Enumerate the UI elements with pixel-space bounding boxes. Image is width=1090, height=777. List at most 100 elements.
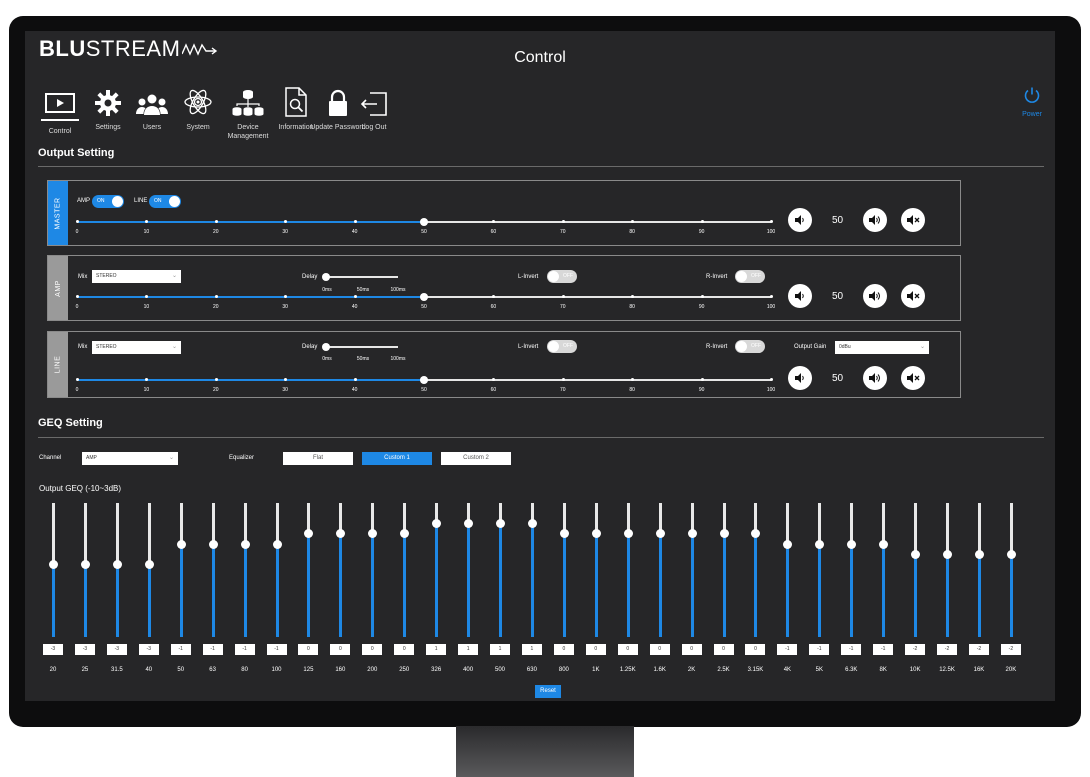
geq-band-value[interactable]: -3 bbox=[43, 644, 63, 655]
geq-band-value[interactable]: 0 bbox=[617, 644, 638, 655]
preset-custom2-button[interactable]: Custom 2 bbox=[441, 452, 511, 465]
geq-band-thumb[interactable] bbox=[591, 529, 601, 539]
volume-down-button[interactable] bbox=[788, 366, 812, 390]
amp-mix-select[interactable]: STEREO ⌄ bbox=[92, 270, 181, 283]
geq-band-value[interactable]: 0 bbox=[362, 644, 383, 655]
geq-band-thumb[interactable] bbox=[400, 529, 410, 539]
line-mix-select[interactable]: STEREO ⌄ bbox=[92, 341, 181, 354]
geq-band-slider[interactable] bbox=[240, 503, 250, 637]
geq-band-slider[interactable] bbox=[432, 503, 442, 637]
geq-band-thumb[interactable] bbox=[847, 539, 857, 549]
geq-band-thumb[interactable] bbox=[272, 539, 282, 549]
volume-down-button[interactable] bbox=[788, 208, 812, 232]
geq-band-value[interactable]: 0 bbox=[681, 644, 702, 655]
geq-band-value[interactable]: -1 bbox=[170, 644, 191, 655]
geq-band-slider[interactable] bbox=[943, 503, 953, 637]
geq-band-slider[interactable] bbox=[815, 503, 825, 637]
geq-band-thumb[interactable] bbox=[527, 519, 537, 529]
geq-band-value[interactable]: -1 bbox=[841, 644, 862, 655]
geq-band-slider[interactable] bbox=[368, 503, 378, 637]
geq-band-thumb[interactable] bbox=[176, 539, 186, 549]
line-slider-track[interactable]: 0 10 20 30 40 50 60 70 80 90 100 bbox=[76, 376, 775, 393]
volume-up-button[interactable] bbox=[863, 366, 887, 390]
output-gain-select[interactable]: 0dBu ⌄ bbox=[835, 341, 929, 354]
geq-band-thumb[interactable] bbox=[974, 550, 984, 560]
geq-band-thumb[interactable] bbox=[655, 529, 665, 539]
geq-band-thumb[interactable] bbox=[1006, 550, 1016, 560]
amp-slider-track[interactable]: 0 10 20 30 40 50 60 70 80 90 100 bbox=[76, 293, 775, 310]
geq-band-value[interactable]: -1 bbox=[873, 644, 894, 655]
geq-band-value[interactable]: -1 bbox=[777, 644, 798, 655]
geq-band-thumb[interactable] bbox=[879, 539, 889, 549]
mute-button[interactable] bbox=[901, 366, 925, 390]
geq-band-thumb[interactable] bbox=[783, 539, 793, 549]
geq-band-slider[interactable] bbox=[272, 503, 282, 637]
line-toggle[interactable]: ON bbox=[149, 195, 181, 208]
geq-band-value[interactable]: 1 bbox=[458, 644, 479, 655]
geq-band-slider[interactable] bbox=[879, 503, 889, 637]
geq-band-slider[interactable] bbox=[559, 503, 569, 637]
geq-band-value[interactable]: -3 bbox=[74, 644, 95, 655]
geq-band-slider[interactable] bbox=[719, 503, 729, 637]
geq-band-value[interactable]: -3 bbox=[106, 644, 127, 655]
geq-band-thumb[interactable] bbox=[943, 550, 953, 560]
geq-band-slider[interactable] bbox=[911, 503, 921, 637]
geq-band-thumb[interactable] bbox=[304, 529, 314, 539]
geq-band-slider[interactable] bbox=[144, 503, 154, 637]
mute-button[interactable] bbox=[901, 208, 925, 232]
geq-band-value[interactable]: -2 bbox=[905, 644, 926, 655]
geq-band-slider[interactable] bbox=[783, 503, 793, 637]
geq-band-value[interactable]: -1 bbox=[809, 644, 830, 655]
geq-band-slider[interactable] bbox=[464, 503, 474, 637]
geq-band-value[interactable]: 0 bbox=[713, 644, 734, 655]
geq-band-thumb[interactable] bbox=[687, 529, 697, 539]
line-r-invert-toggle[interactable]: OFF bbox=[735, 340, 765, 353]
master-slider-track[interactable]: 0 10 20 30 40 50 60 70 80 90 100 bbox=[76, 218, 775, 235]
geq-band-thumb[interactable] bbox=[368, 529, 378, 539]
geq-band-value[interactable]: -2 bbox=[937, 644, 958, 655]
volume-up-button[interactable] bbox=[863, 208, 887, 232]
geq-band-thumb[interactable] bbox=[208, 539, 218, 549]
geq-band-thumb[interactable] bbox=[751, 529, 761, 539]
geq-band-thumb[interactable] bbox=[240, 539, 250, 549]
geq-band-thumb[interactable] bbox=[49, 560, 58, 570]
geq-band-value[interactable]: 1 bbox=[490, 644, 511, 655]
amp-delay-slider[interactable] bbox=[322, 273, 398, 281]
geq-band-slider[interactable] bbox=[304, 503, 314, 637]
geq-band-value[interactable]: 0 bbox=[745, 644, 766, 655]
geq-band-thumb[interactable] bbox=[719, 529, 729, 539]
geq-band-slider[interactable] bbox=[687, 503, 697, 637]
geq-band-slider[interactable] bbox=[751, 503, 761, 637]
geq-band-slider[interactable] bbox=[974, 503, 984, 637]
nav-item-log-out[interactable]: Log Out bbox=[343, 79, 405, 132]
line-delay-slider[interactable] bbox=[322, 343, 398, 351]
geq-band-thumb[interactable] bbox=[432, 519, 442, 529]
geq-band-value[interactable]: -3 bbox=[138, 644, 159, 655]
geq-band-thumb[interactable] bbox=[112, 560, 122, 570]
reset-button[interactable]: Reset bbox=[535, 685, 561, 698]
geq-band-value[interactable]: -2 bbox=[968, 644, 989, 655]
preset-flat-button[interactable]: Flat bbox=[283, 452, 353, 465]
geq-band-value[interactable]: 0 bbox=[585, 644, 606, 655]
line-l-invert-toggle[interactable]: OFF bbox=[547, 340, 577, 353]
geq-band-value[interactable]: 0 bbox=[394, 644, 415, 655]
geq-band-thumb[interactable] bbox=[815, 539, 825, 549]
line-slider-thumb[interactable] bbox=[420, 376, 428, 384]
geq-band-value[interactable]: 1 bbox=[426, 644, 447, 655]
geq-band-thumb[interactable] bbox=[496, 519, 506, 529]
geq-band-slider[interactable] bbox=[176, 503, 186, 637]
geq-band-slider[interactable] bbox=[591, 503, 601, 637]
geq-band-value[interactable]: 0 bbox=[330, 644, 351, 655]
geq-band-value[interactable]: -1 bbox=[266, 644, 287, 655]
geq-band-value[interactable]: 0 bbox=[298, 644, 319, 655]
geq-band-slider[interactable] bbox=[400, 503, 410, 637]
geq-band-value[interactable]: -1 bbox=[234, 644, 255, 655]
power-button[interactable]: Power bbox=[1010, 86, 1054, 118]
geq-band-slider[interactable] bbox=[527, 503, 537, 637]
geq-band-value[interactable]: 0 bbox=[553, 644, 574, 655]
geq-band-slider[interactable] bbox=[1006, 503, 1016, 637]
geq-band-thumb[interactable] bbox=[144, 560, 154, 570]
amp-l-invert-toggle[interactable]: OFF bbox=[547, 270, 577, 283]
channel-select[interactable]: AMP ⌄ bbox=[82, 452, 178, 465]
geq-band-slider[interactable] bbox=[623, 503, 633, 637]
